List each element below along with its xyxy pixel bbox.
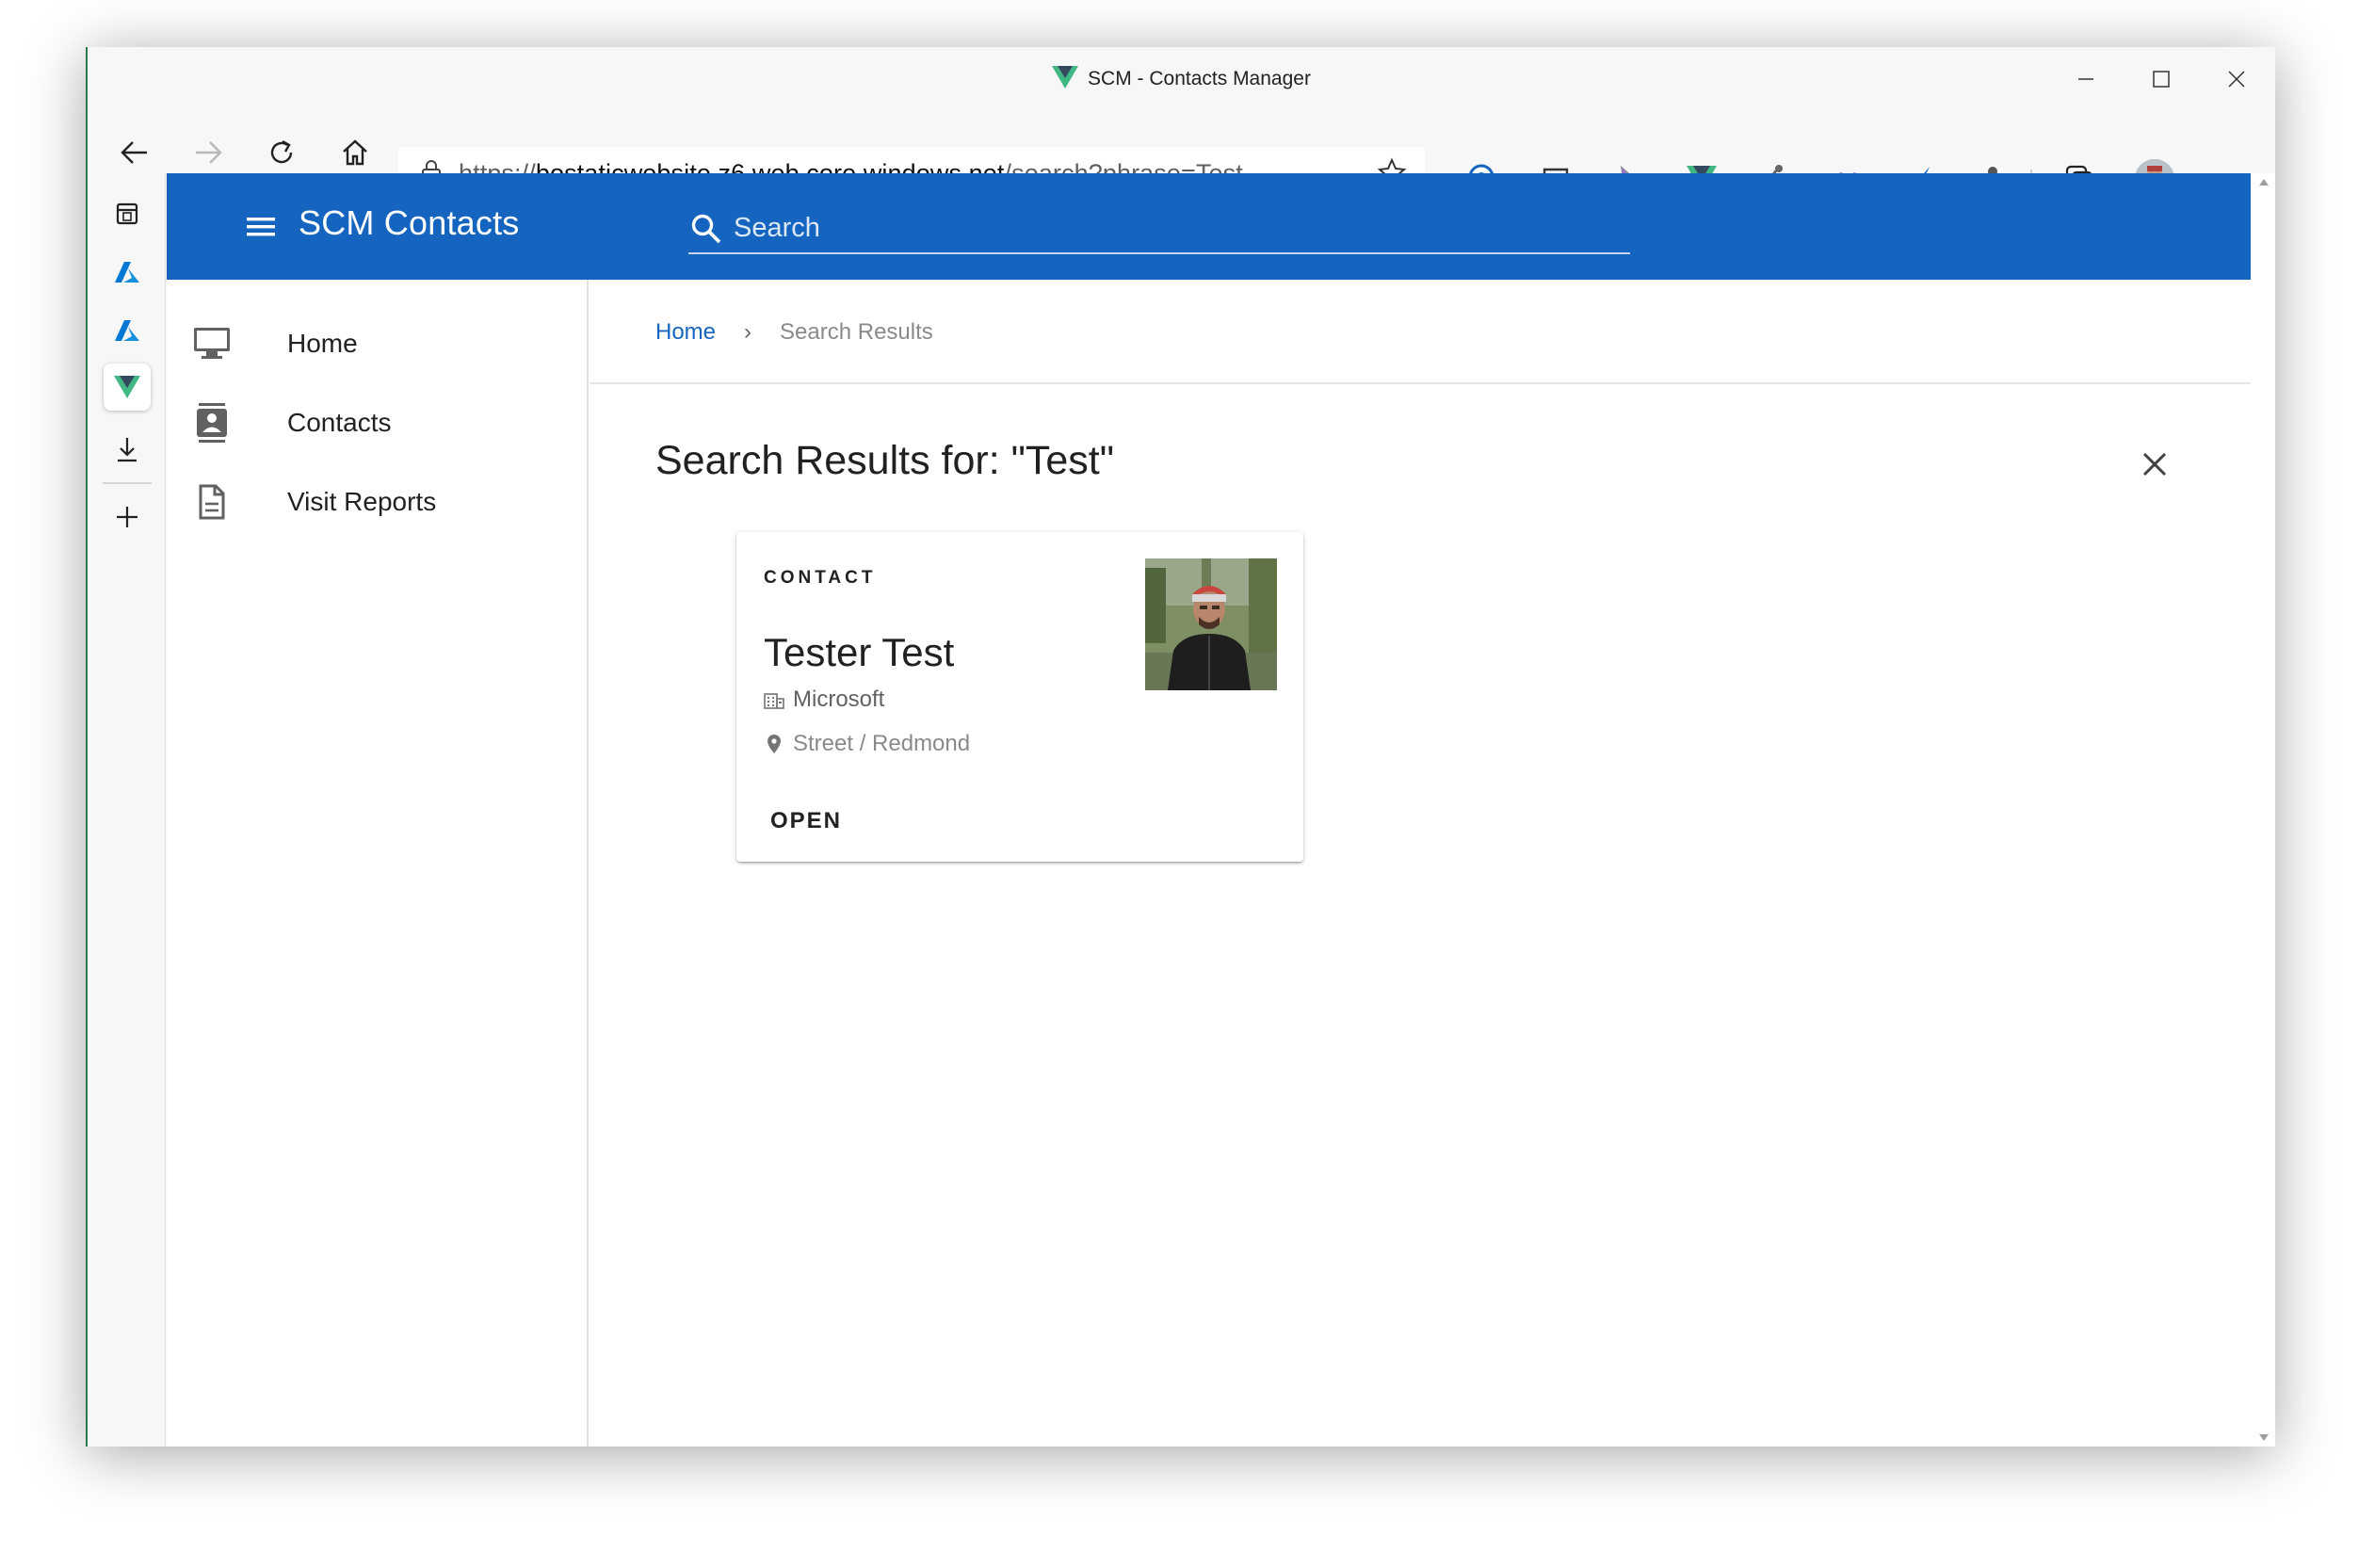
window-title: SCM - Contacts Manager (88, 66, 2275, 94)
title-bar: SCM - Contacts Manager (88, 47, 2275, 111)
contact-address-row: Street / Redmond (764, 731, 970, 757)
page-viewport: SCM Contacts Home Contacts (167, 173, 2251, 1447)
navigation-drawer: Home Contacts Visit Reports (167, 280, 589, 1447)
main-content: Home › Search Results Search Results for… (590, 280, 2251, 1447)
nav-item-label: Contacts (287, 408, 392, 437)
browser-sidebar (88, 173, 166, 1447)
close-icon (2142, 452, 2167, 477)
back-button[interactable] (114, 132, 155, 173)
vue-app-tab-icon[interactable] (104, 364, 151, 411)
maximize-button[interactable] (2138, 60, 2185, 98)
contact-name: Tester Test (764, 630, 955, 674)
map-pin-icon (764, 734, 784, 754)
nav-item-contacts[interactable]: Contacts (167, 383, 587, 462)
home-button[interactable] (334, 132, 376, 173)
results-heading: Search Results for: "Test" (655, 438, 1114, 483)
contact-address: Street / Redmond (793, 731, 971, 756)
open-contact-button[interactable]: OPEN (757, 800, 855, 842)
nav-item-home[interactable]: Home (167, 304, 587, 383)
breadcrumb: Home › Search Results (655, 319, 933, 346)
contact-company-row: Microsoft (764, 687, 884, 713)
close-results-button[interactable] (2134, 444, 2175, 485)
app-bar: SCM Contacts (167, 173, 2251, 280)
contact-result-card: CONTACT Tester Test Microsoft Street / R… (736, 532, 1303, 862)
vue-logo-icon (1052, 66, 1079, 94)
contact-company: Microsoft (793, 687, 885, 712)
search-input[interactable] (734, 207, 1609, 249)
card-overline: CONTACT (764, 568, 877, 588)
contact-photo (1145, 558, 1277, 690)
browser-window: SCM - Contacts Manager https:// (86, 47, 2275, 1447)
search-field[interactable] (688, 202, 1630, 254)
scroll-down-arrow-icon (2259, 1434, 2269, 1441)
app-title: SCM Contacts (299, 203, 520, 242)
monitor-icon (191, 323, 233, 364)
breadcrumb-current: Search Results (780, 319, 933, 345)
nav-item-visit-reports[interactable]: Visit Reports (167, 462, 587, 542)
nav-item-label: Home (287, 329, 358, 358)
azure-devops-icon[interactable] (104, 307, 151, 354)
downloads-icon[interactable] (104, 426, 151, 473)
minimize-button[interactable] (2062, 60, 2109, 98)
scroll-up-arrow-icon (2259, 179, 2269, 186)
header-divider (590, 382, 2251, 384)
close-window-button[interactable] (2213, 60, 2260, 98)
sidebar-tab-icon[interactable] (104, 190, 151, 237)
search-icon (690, 213, 722, 250)
chevron-right-icon: › (744, 319, 752, 345)
breadcrumb-home-link[interactable]: Home (655, 319, 716, 346)
forward-button[interactable] (187, 132, 229, 173)
nav-item-label: Visit Reports (287, 487, 437, 516)
building-icon (764, 690, 784, 709)
refresh-button[interactable] (261, 132, 302, 173)
document-icon (191, 481, 233, 523)
contacts-icon (191, 402, 233, 444)
window-title-text: SCM - Contacts Manager (1088, 68, 1311, 89)
menu-icon[interactable] (244, 213, 278, 241)
sidebar-divider (103, 482, 152, 484)
vertical-scrollbar[interactable] (2251, 173, 2275, 1447)
add-sidebar-item-icon[interactable] (104, 493, 151, 541)
azure-portal-icon[interactable] (104, 249, 151, 296)
